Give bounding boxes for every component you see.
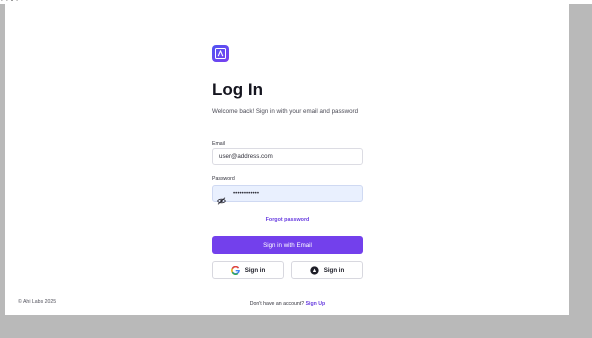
forgot-password-link[interactable]: Forgot password <box>212 217 363 223</box>
password-label: Password <box>212 176 235 182</box>
sign-in-email-button[interactable]: Sign in with Email <box>212 236 363 254</box>
google-sign-in-button[interactable]: Sign in <box>212 261 284 279</box>
second-sign-in-label: Sign in <box>323 266 345 274</box>
page-subtitle: Welcome back! Sign in with your email an… <box>212 108 359 115</box>
email-label: Email <box>212 141 225 147</box>
email-field[interactable] <box>212 148 363 165</box>
google-icon <box>230 265 240 275</box>
google-sign-in-label: Sign in <box>244 266 266 274</box>
signup-prompt-text: Don't have an account? <box>249 301 305 307</box>
app-logo-icon <box>310 265 319 275</box>
page-title: Log In <box>212 80 263 99</box>
eye-off-icon[interactable] <box>217 192 226 205</box>
copyright-text: © Ahi Labs 2025 <box>18 299 57 305</box>
login-card: Log In Welcome back! Sign in with your e… <box>5 4 569 315</box>
second-sign-in-button[interactable]: Sign in <box>291 261 363 279</box>
signup-prompt: Don't have an account? Sign Up <box>212 301 363 307</box>
sign-up-link[interactable]: Sign Up <box>306 301 326 307</box>
caret-logo-icon <box>212 45 229 62</box>
password-field[interactable] <box>212 185 363 202</box>
